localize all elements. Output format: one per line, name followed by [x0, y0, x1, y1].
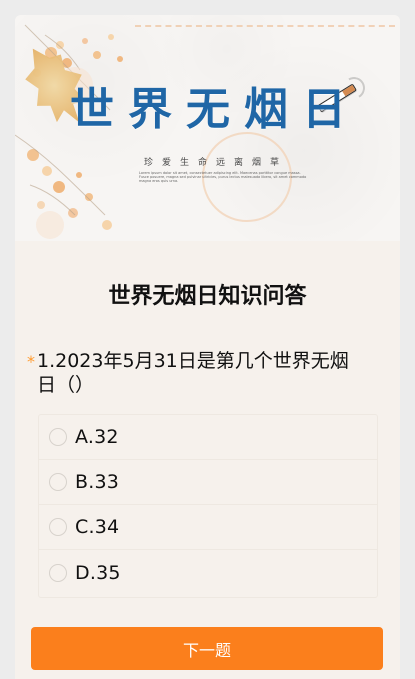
option-label: C.34	[75, 516, 120, 538]
option-c[interactable]: C.34	[39, 505, 377, 550]
option-label: B.33	[75, 471, 120, 493]
option-label: D.35	[75, 561, 121, 584]
banner-subtitle: 珍爱生命远离烟草	[144, 158, 289, 168]
banner-fine-print: Lorem ipsum dolor sit amet, consectetuer…	[139, 171, 307, 183]
answer-options: A.32 B.33 C.34 D.35	[38, 414, 378, 598]
next-question-button[interactable]: 下一题	[31, 627, 383, 670]
radio-button-icon[interactable]	[49, 518, 67, 536]
survey-card: 世界无烟日 珍爱生命远离烟草 Lorem ipsum dolor sit ame…	[15, 15, 400, 679]
radio-button-icon[interactable]	[49, 563, 67, 582]
required-mark: *	[27, 352, 35, 371]
radio-button-icon[interactable]	[49, 428, 67, 446]
quiz-title: 世界无烟日知识问答	[108, 284, 307, 309]
radio-button-icon[interactable]	[49, 473, 67, 491]
decorative-dashes	[135, 25, 395, 27]
option-d[interactable]: D.35	[39, 550, 377, 595]
banner: 世界无烟日 珍爱生命远离烟草 Lorem ipsum dolor sit ame…	[15, 15, 400, 241]
option-a[interactable]: A.32	[39, 415, 377, 460]
banner-title: 世界无烟日	[70, 84, 360, 135]
question-text: 1.2023年5月31日是第几个世界无烟日（）	[37, 350, 349, 396]
option-b[interactable]: B.33	[39, 460, 377, 505]
survey-content: 世界无烟日知识问答 * 1.2023年5月31日是第几个世界无烟日（） A.32…	[15, 241, 400, 679]
option-label: A.32	[75, 426, 119, 448]
